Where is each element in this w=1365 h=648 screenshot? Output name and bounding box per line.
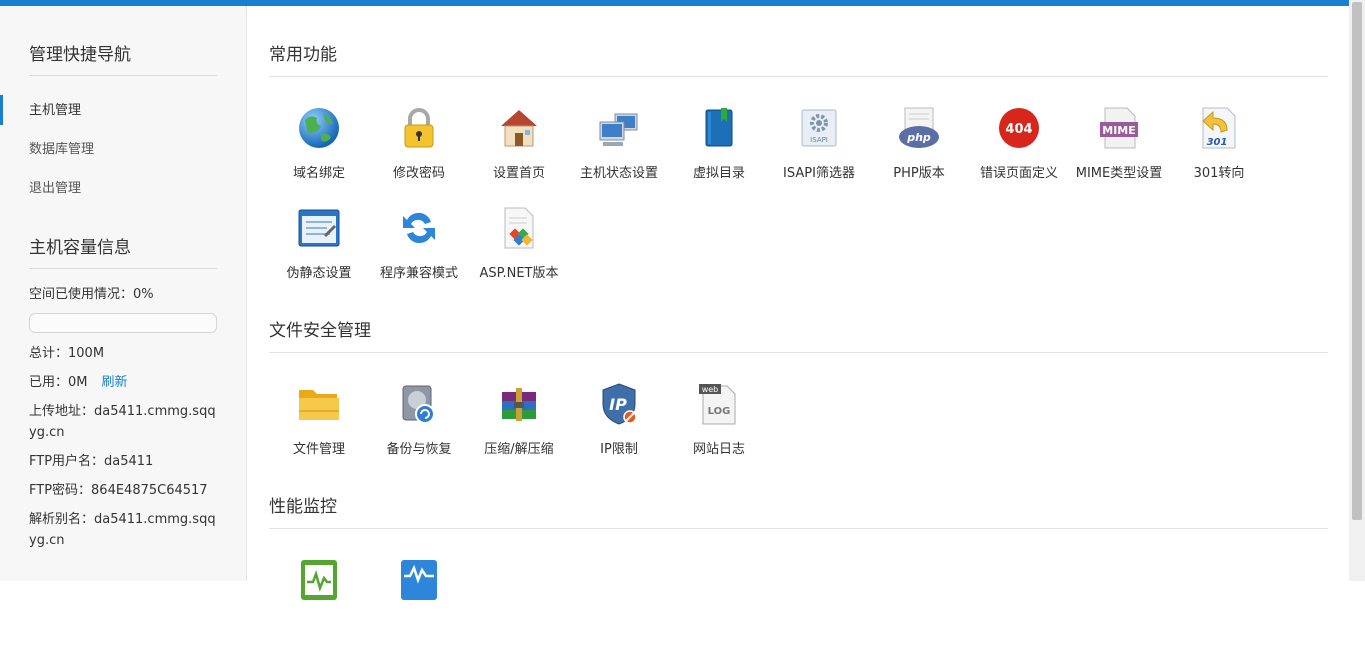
tile-performance-monitor-1[interactable] [269, 558, 369, 648]
sidebar: 管理快捷导航 主机管理 数据库管理 退出管理 主机容量信息 空间已使用情况：0%… [0, 6, 247, 581]
book-icon [705, 108, 733, 147]
ftp-password: FTP密码：864E4875C64517 [29, 483, 208, 498]
tile-backup-restore[interactable]: 备份与恢复 [369, 382, 469, 472]
sidebar-item-logout[interactable]: 退出管理 [29, 177, 81, 196]
space-used-text: 空间已使用情况：0% [29, 287, 154, 302]
divider [269, 352, 1328, 353]
config-window-icon [298, 209, 340, 247]
aspnet-document-icon [504, 207, 534, 249]
scrollbar-thumb[interactable] [1352, 2, 1362, 520]
tile-domain-binding[interactable]: 域名绑定 [269, 106, 369, 196]
section-title-performance: 性能监控 [269, 497, 337, 517]
tile-label: 301转向 [1193, 166, 1245, 181]
total-capacity: 总计：100M [29, 346, 105, 361]
redirect-301-icon: 301 [1202, 107, 1236, 149]
capacity-title: 主机容量信息 [29, 238, 131, 258]
green-monitor-icon [301, 560, 337, 600]
tile-compress[interactable]: 压缩/解压缩 [469, 382, 569, 472]
divider [269, 76, 1328, 77]
folder-icon [299, 390, 339, 420]
tile-performance-monitor-2[interactable] [369, 558, 469, 648]
used-capacity-line: 已用：0M 刷新 [29, 372, 219, 393]
tile-label: 网站日志 [692, 442, 745, 457]
tile-label: ASP.NET版本 [479, 266, 559, 281]
tile-301-redirect[interactable]: 301 301转向 [1169, 106, 1269, 196]
tile-virtual-directory[interactable]: 虚拟目录 [669, 106, 769, 196]
tile-compat-mode[interactable]: 程序兼容模式 [369, 206, 469, 296]
web-icon-text: web [702, 385, 719, 394]
refresh-link[interactable]: 刷新 [102, 375, 128, 390]
tile-isapi-filter[interactable]: ISAPI ISAPI筛选器 [769, 106, 869, 196]
tile-error-pages[interactable]: 404 错误页面定义 [969, 106, 1069, 196]
backup-drive-icon [402, 385, 435, 424]
tile-host-status[interactable]: 主机状态设置 [569, 106, 669, 196]
php-icon: php [899, 107, 939, 148]
tile-site-logs[interactable]: web LOG 网站日志 [669, 382, 769, 472]
ip-shield-icon: IP [602, 383, 637, 425]
404-icon: 404 [999, 108, 1039, 148]
sidebar-item-database-management[interactable]: 数据库管理 [29, 138, 94, 157]
tile-change-password[interactable]: 修改密码 [369, 106, 469, 196]
quick-nav-title: 管理快捷导航 [29, 45, 131, 65]
space-usage-progress-bar [29, 313, 217, 333]
mime-icon: MIME [1100, 107, 1138, 149]
computers-icon [599, 113, 638, 146]
tile-aspnet-version[interactable]: ASP.NET版本 [469, 206, 569, 296]
isapi-icon-text: ISAPI [810, 136, 828, 144]
sidebar-item-host-management[interactable]: 主机管理 [29, 99, 81, 118]
globe-icon [299, 108, 339, 148]
tile-mime-types[interactable]: MIME MIME类型设置 [1069, 106, 1169, 196]
tile-ip-restriction[interactable]: IP IP限制 [569, 382, 669, 472]
section-title-file-security: 文件安全管理 [269, 321, 371, 341]
upload-address: 上传地址：da5411.cmmg.sqqyg.cn [29, 404, 216, 440]
divider [269, 528, 1328, 529]
web-log-icon: web LOG [699, 384, 736, 425]
ip-icon-text: IP [609, 395, 627, 414]
divider [29, 268, 217, 269]
main-content: 常用功能 域名绑定 修改密码 设置首页 主机状态设置 虚拟目录 ISAPI IS… [248, 6, 1349, 600]
tile-set-homepage[interactable]: 设置首页 [469, 106, 569, 196]
blue-monitor-icon [401, 560, 437, 600]
refresh-arrows-icon [403, 212, 435, 244]
alias-name: 解析别名：da5411.cmmg.sqqyg.cn [29, 512, 216, 548]
log-icon-text: LOG [708, 406, 731, 417]
tile-file-manager[interactable]: 文件管理 [269, 382, 369, 472]
isapi-gear-icon: ISAPI [801, 109, 837, 147]
divider [29, 75, 217, 76]
archive-books-icon [502, 388, 536, 421]
301-icon-text: 301 [1207, 137, 1228, 148]
ftp-username: FTP用户名：da5411 [29, 454, 154, 469]
active-nav-indicator [0, 95, 3, 125]
tile-rewrite-settings[interactable]: 伪静态设置 [269, 206, 369, 296]
padlock-icon [404, 108, 434, 148]
mime-icon-text: MIME [1102, 124, 1136, 137]
404-icon-text: 404 [1005, 122, 1032, 137]
page-scrollbar[interactable] [1349, 0, 1365, 581]
tile-php-version[interactable]: php PHP版本 [869, 106, 969, 196]
house-icon [501, 110, 537, 147]
php-icon-text: php [906, 131, 931, 144]
section-title-common: 常用功能 [269, 45, 337, 65]
used-capacity: 已用：0M [29, 375, 88, 390]
